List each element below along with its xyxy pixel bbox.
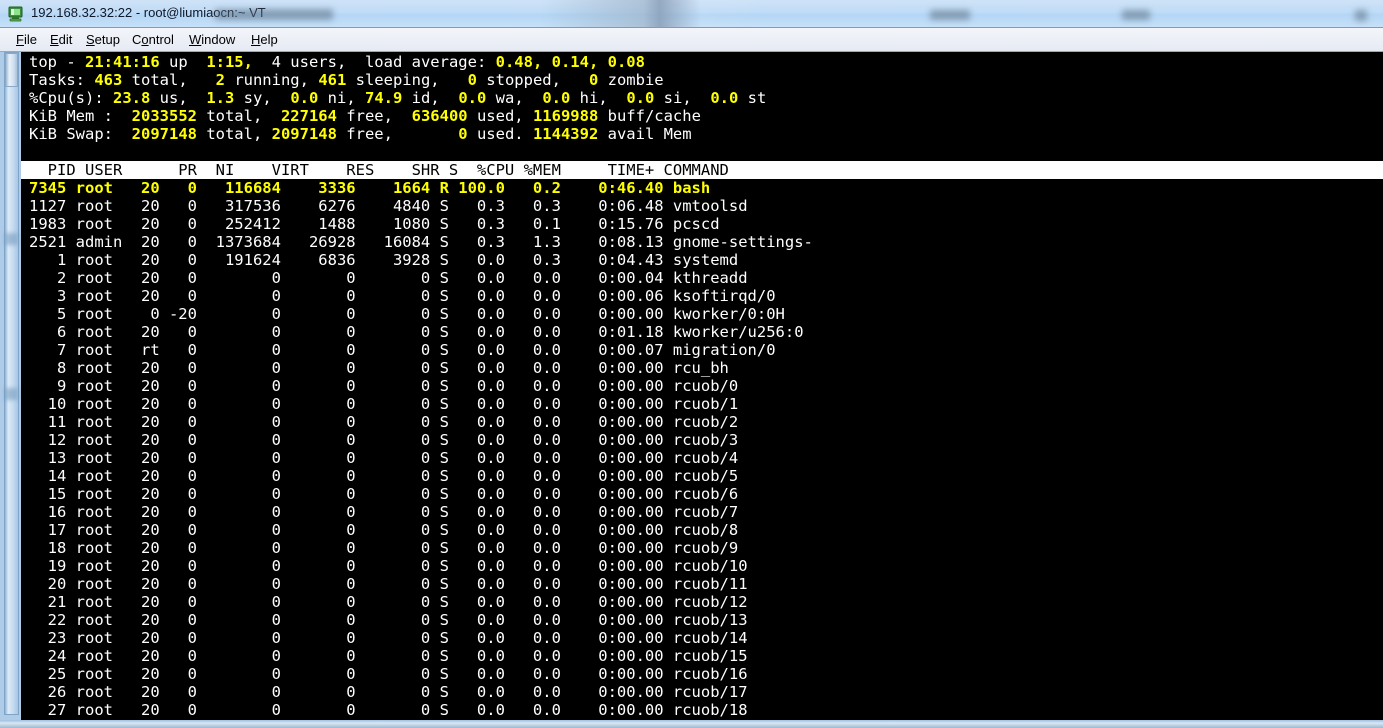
process-table-row[interactable]: 3 root 20 0 0 0 0 S 0.0 0.0 0:00.06 ksof… — [29, 287, 776, 305]
process-table-row[interactable]: 7 root rt 0 0 0 0 S 0.0 0.0 0:00.07 migr… — [29, 341, 776, 359]
process-table-row[interactable]: 11 root 20 0 0 0 0 S 0.0 0.0 0:00.00 rcu… — [29, 413, 739, 431]
menu-item-window[interactable]: Window — [185, 31, 239, 48]
window-titlebar[interactable]: 192.168.32.32:22 - root@liumiaocn:~ VT — [0, 0, 1383, 28]
top-tasks-line: Tasks: 463 total, 2 running, 461 sleepin… — [29, 71, 664, 89]
process-table-row[interactable]: 5 root 0 -20 0 0 0 S 0.0 0.0 0:00.00 kwo… — [29, 305, 785, 323]
menu-item-control[interactable]: Control — [128, 31, 178, 48]
process-table-row[interactable]: 2521 admin 20 0 1373684 26928 16084 S 0.… — [29, 233, 813, 251]
process-table-header: PID USER PR NI VIRT RES SHR S %CPU %MEM … — [21, 161, 1383, 179]
process-table-row[interactable]: 17 root 20 0 0 0 0 S 0.0 0.0 0:00.00 rcu… — [29, 521, 739, 539]
process-table-row[interactable]: 2 root 20 0 0 0 0 S 0.0 0.0 0:00.04 kthr… — [29, 269, 748, 287]
process-table-row[interactable]: 6 root 20 0 0 0 0 S 0.0 0.0 0:01.18 kwor… — [29, 323, 804, 341]
top-cpu-line: %Cpu(s): 23.8 us, 1.3 sy, 0.0 ni, 74.9 i… — [29, 89, 767, 107]
top-swap-line: KiB Swap: 2097148 total, 2097148 free, 0… — [29, 125, 692, 143]
titlebar-sheen — [540, 0, 770, 27]
process-table-row[interactable]: 14 root 20 0 0 0 0 S 0.0 0.0 0:00.00 rcu… — [29, 467, 739, 485]
redacted-titlebar-text-right — [1122, 10, 1150, 20]
process-table-row[interactable]: 25 root 20 0 0 0 0 S 0.0 0.0 0:00.00 rcu… — [29, 665, 748, 683]
process-table-row[interactable]: 7345 root 20 0 116684 3336 1664 R 100.0 … — [21, 179, 1383, 197]
process-table-row[interactable]: 10 root 20 0 0 0 0 S 0.0 0.0 0:00.00 rcu… — [29, 395, 739, 413]
process-table-row[interactable]: 26 root 20 0 0 0 0 S 0.0 0.0 0:00.00 rcu… — [29, 683, 748, 701]
terminal-scrollbar[interactable] — [4, 52, 19, 715]
process-table-row[interactable]: 9 root 20 0 0 0 0 S 0.0 0.0 0:00.00 rcuo… — [29, 377, 738, 395]
menu-item-edit[interactable]: Edit — [46, 31, 76, 48]
process-table-row[interactable]: 1983 root 20 0 252412 1488 1080 S 0.3 0.… — [29, 215, 720, 233]
process-table-header-text: PID USER PR NI VIRT RES SHR S %CPU %MEM … — [29, 161, 729, 179]
scrollbar-mark-1 — [5, 233, 18, 245]
process-table-row[interactable]: 23 root 20 0 0 0 0 S 0.0 0.0 0:00.00 rcu… — [29, 629, 748, 647]
menu-item-file[interactable]: File — [12, 31, 41, 48]
process-table-row[interactable]: 22 root 20 0 0 0 0 S 0.0 0.0 0:00.00 rcu… — [29, 611, 748, 629]
redacted-window-control[interactable] — [1355, 10, 1367, 21]
menu-item-setup[interactable]: Setup — [82, 31, 124, 48]
process-table-row[interactable]: 8 root 20 0 0 0 0 S 0.0 0.0 0:00.00 rcu_… — [29, 359, 729, 377]
scrollbar-thumb[interactable] — [5, 53, 18, 87]
process-table-row[interactable]: 24 root 20 0 0 0 0 S 0.0 0.0 0:00.00 rcu… — [29, 647, 748, 665]
process-table-row[interactable]: 12 root 20 0 0 0 0 S 0.0 0.0 0:00.00 rcu… — [29, 431, 739, 449]
process-table-row[interactable]: 1127 root 20 0 317536 6276 4840 S 0.3 0.… — [29, 197, 748, 215]
redacted-titlebar-text-mid — [930, 10, 970, 20]
menu-bar: File Edit Setup Control Window Help — [0, 28, 1383, 52]
process-table-row[interactable]: 19 root 20 0 0 0 0 S 0.0 0.0 0:00.00 rcu… — [29, 557, 748, 575]
window-bottom-edge — [0, 720, 1383, 728]
process-table-row[interactable]: 15 root 20 0 0 0 0 S 0.0 0.0 0:00.00 rcu… — [29, 485, 739, 503]
window-client-area: top - 21:41:16 up 1:15, 4 users, load av… — [0, 52, 1383, 728]
process-table-row[interactable]: 27 root 20 0 0 0 0 S 0.0 0.0 0:00.00 rcu… — [29, 701, 748, 719]
terminal-screen[interactable]: top - 21:41:16 up 1:15, 4 users, load av… — [21, 52, 1383, 720]
process-table-row[interactable]: 13 root 20 0 0 0 0 S 0.0 0.0 0:00.00 rcu… — [29, 449, 739, 467]
menu-item-help[interactable]: Help — [247, 31, 282, 48]
process-table-row[interactable]: 21 root 20 0 0 0 0 S 0.0 0.0 0:00.00 rcu… — [29, 593, 748, 611]
process-table-row[interactable]: 1 root 20 0 191624 6836 3928 S 0.0 0.3 0… — [29, 251, 738, 269]
terminal-computer-icon — [8, 6, 23, 22]
redacted-title-text — [215, 9, 333, 20]
process-table-row[interactable]: 18 root 20 0 0 0 0 S 0.0 0.0 0:00.00 rcu… — [29, 539, 739, 557]
scrollbar-mark-2 — [5, 388, 18, 400]
terminal-window: 192.168.32.32:22 - root@liumiaocn:~ VT F… — [0, 0, 1383, 728]
process-table-row[interactable]: 20 root 20 0 0 0 0 S 0.0 0.0 0:00.00 rcu… — [29, 575, 748, 593]
process-table-row[interactable]: 16 root 20 0 0 0 0 S 0.0 0.0 0:00.00 rcu… — [29, 503, 739, 521]
top-uptime-line: top - 21:41:16 up 1:15, 4 users, load av… — [29, 53, 645, 71]
top-mem-line: KiB Mem : 2033552 total, 227164 free, 63… — [29, 107, 701, 125]
